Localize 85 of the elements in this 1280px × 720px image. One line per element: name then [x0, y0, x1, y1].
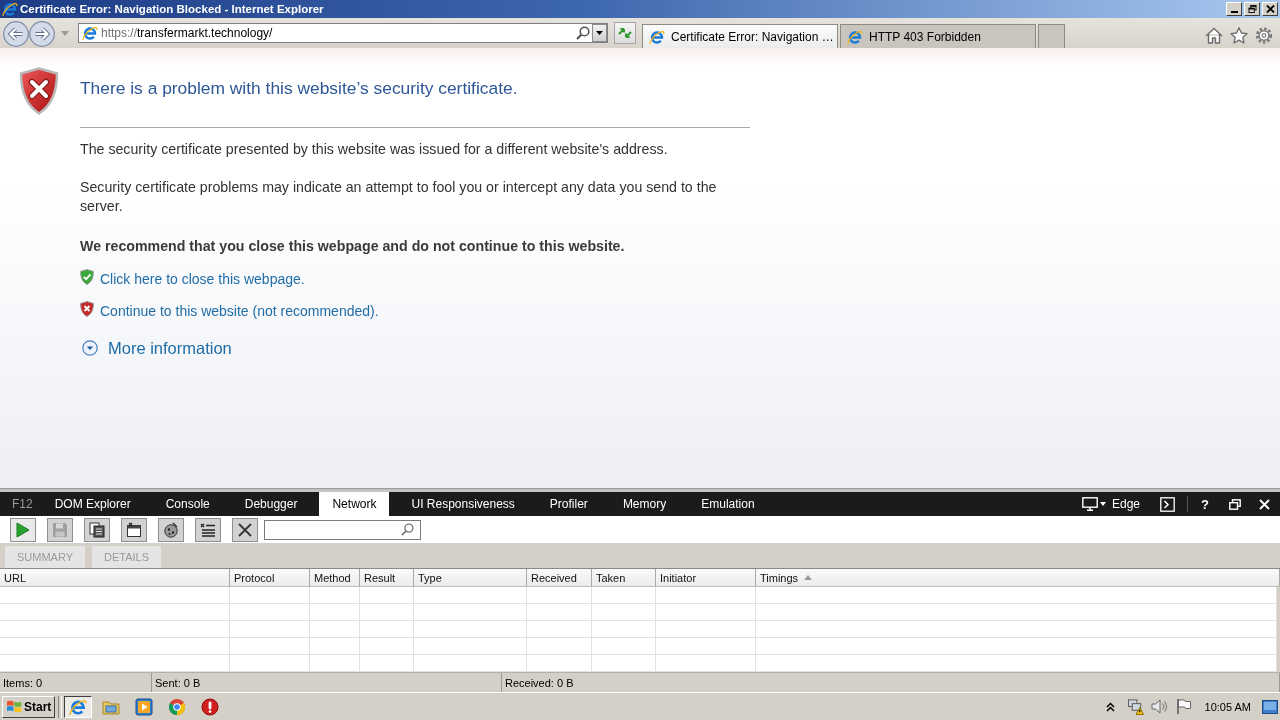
refresh-button[interactable] [614, 22, 636, 44]
column-header[interactable]: Type [414, 569, 527, 586]
close-icon [1265, 5, 1275, 13]
start-logo-icon [6, 699, 22, 714]
circle-logo-icon [168, 697, 187, 716]
restore-icon[interactable] [1229, 498, 1241, 510]
flag-icon[interactable] [1174, 698, 1193, 715]
taskbar-button[interactable] [64, 695, 93, 718]
column-header[interactable]: URL [0, 569, 230, 586]
tool-button[interactable] [84, 517, 110, 542]
player-icon [135, 697, 154, 716]
paragraph: The security certificate presented by this website was issued for a different website's address. [80, 140, 669, 159]
column-header[interactable]: Taken [592, 569, 656, 586]
column-header[interactable]: Result [360, 569, 414, 586]
prompt-icon[interactable] [1160, 496, 1176, 512]
f12-label: F12 [12, 497, 33, 511]
speaker-icon[interactable] [1150, 698, 1169, 715]
play-icon [16, 521, 30, 538]
two-arrows-icon [618, 26, 632, 40]
browser-tab[interactable]: HTTP 403 Forbidden [840, 24, 1036, 48]
browser-tab[interactable]: Certificate Error: Navigation … [642, 24, 838, 48]
list-icon [200, 521, 216, 538]
devtools-tab[interactable]: Network [319, 492, 390, 516]
tool-button[interactable] [158, 517, 184, 542]
more-information-link[interactable]: More information [108, 337, 232, 359]
minimize-icon [1230, 11, 1238, 13]
settings-icon[interactable] [1255, 26, 1273, 44]
search-icon[interactable] [576, 26, 590, 40]
browser-logo-icon [82, 25, 98, 41]
search-field[interactable] [264, 519, 421, 540]
exclamation-circle-icon [201, 697, 220, 716]
start-button[interactable]: Start [2, 695, 56, 718]
restore-icon [1247, 5, 1257, 13]
close-button[interactable] [1262, 2, 1278, 16]
tool-button[interactable] [232, 517, 258, 542]
browser-logo-icon [69, 697, 88, 716]
cross-icon [237, 521, 253, 538]
home-icon[interactable] [1205, 26, 1223, 44]
paragraph: Security certificate problems may indicate an attempt to fool you or intercept any data you send to the server. [80, 178, 718, 216]
column-header[interactable]: Timings [756, 569, 1280, 586]
devtools-tab[interactable]: Console [152, 492, 223, 516]
close-icon[interactable] [1259, 498, 1270, 510]
screen-icon[interactable] [1262, 699, 1278, 714]
dropdown-button[interactable] [592, 24, 607, 42]
text-link[interactable]: Click here to close this webpage. [100, 270, 305, 289]
double-chevron-icon[interactable] [1105, 701, 1115, 712]
devtools-tab[interactable]: Profiler [536, 492, 601, 516]
devtools-tab[interactable]: UI Responsiveness [398, 492, 528, 516]
recommendation-text: We recommend that you close this webpage and do not continue to this website. [80, 237, 626, 256]
monitor-icon [1082, 497, 1098, 511]
network-icon[interactable] [1126, 698, 1145, 715]
pages-icon [89, 521, 105, 538]
browser-logo-icon [847, 28, 863, 45]
error-heading: There is a problem with this website’s security certificate. [80, 77, 519, 99]
tool-button[interactable] [195, 517, 221, 542]
minimize-button[interactable] [1226, 2, 1242, 16]
browser-logo-icon [649, 28, 665, 45]
star-icon[interactable] [1230, 26, 1248, 44]
sort-arrow-icon [804, 575, 813, 580]
column-header[interactable]: Protocol [230, 569, 310, 586]
devtools-tab[interactable]: Memory [609, 492, 680, 516]
search-icon [401, 523, 414, 536]
document-mode-button[interactable]: Edge [1082, 497, 1141, 511]
column-header[interactable]: Initiator [656, 569, 756, 586]
window-title: Certificate Error: Navigation Blocked - Internet Explorer [20, 3, 324, 15]
restore-button[interactable] [1244, 2, 1260, 16]
browser-logo-icon [2, 1, 18, 17]
column-header[interactable]: Method [310, 569, 360, 586]
column-header[interactable]: Received [527, 569, 592, 586]
devtools-tab[interactable]: Debugger [231, 492, 311, 516]
tool-button[interactable] [121, 517, 147, 542]
shield-x-icon [80, 300, 94, 317]
clock[interactable]: 10:05 AM [1204, 700, 1251, 713]
text-link[interactable]: Continue to this website (not recommended). [100, 302, 379, 321]
window-icon [126, 521, 142, 538]
shield-check-icon [80, 268, 94, 285]
caret-icon [1100, 502, 1106, 506]
floppy-icon [52, 521, 68, 538]
help-button[interactable]: ? [1201, 496, 1209, 512]
devtools-tab[interactable]: DOM Explorer [41, 492, 144, 516]
shield-x-icon [19, 67, 59, 115]
address-field[interactable]: https://transfermarkt.technology/ [78, 23, 608, 43]
cookie-icon [163, 521, 179, 538]
devtools-tab[interactable]: Emulation [688, 492, 768, 516]
caret-icon [596, 31, 603, 35]
